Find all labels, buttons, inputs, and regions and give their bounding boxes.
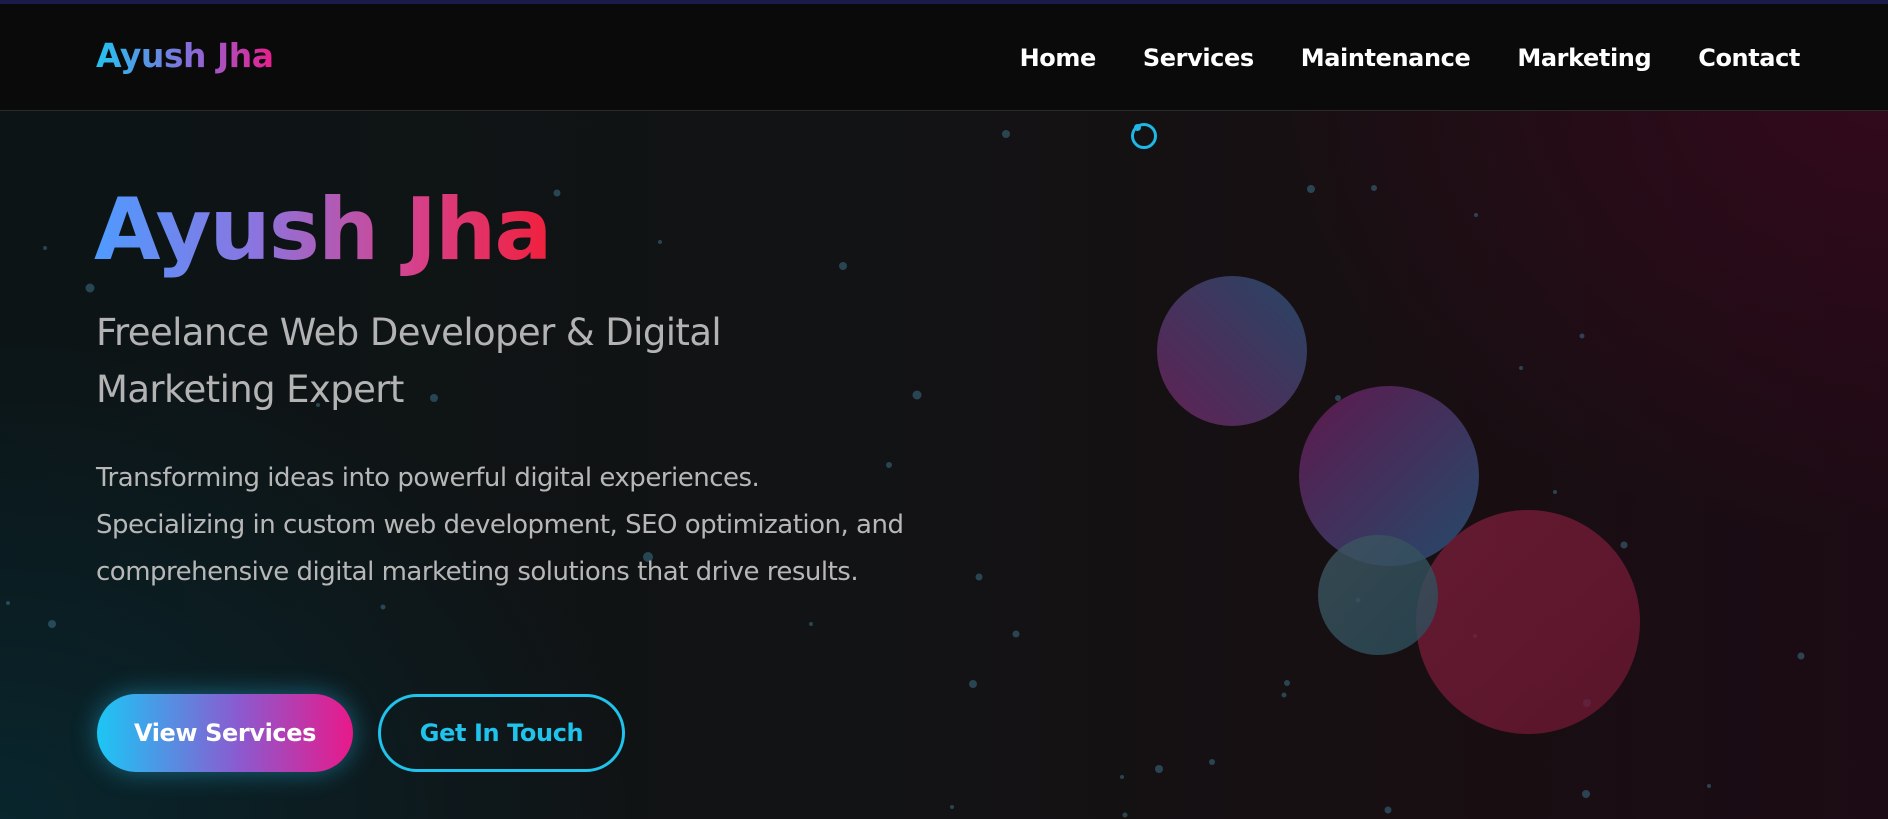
bubble-4 — [1416, 510, 1640, 734]
nav-marketing[interactable]: Marketing — [1517, 44, 1651, 72]
nav-services[interactable]: Services — [1143, 44, 1254, 72]
view-services-button[interactable]: View Services — [97, 694, 353, 772]
main-nav: Home Services Maintenance Marketing Cont… — [1020, 44, 1801, 72]
navbar: Ayush Jha Home Services Maintenance Mark… — [0, 4, 1888, 111]
get-in-touch-button[interactable]: Get In Touch — [378, 694, 625, 772]
hero-description: Transforming ideas into powerful digital… — [96, 463, 904, 587]
nav-maintenance[interactable]: Maintenance — [1301, 44, 1471, 72]
bubble-2 — [1299, 386, 1479, 566]
site-logo[interactable]: Ayush Jha — [96, 36, 274, 75]
nav-contact[interactable]: Contact — [1698, 44, 1800, 72]
hero-subtitle: Freelance Web Developer & Digital Market… — [96, 311, 722, 411]
page: Ayush Jha Home Services Maintenance Mark… — [0, 0, 1888, 819]
loading-spinner-icon — [1131, 123, 1157, 149]
hero-title: Ayush Jha — [94, 175, 552, 285]
nav-home[interactable]: Home — [1020, 44, 1097, 72]
bubble-3 — [1318, 535, 1438, 655]
bubble-1 — [1157, 276, 1307, 426]
